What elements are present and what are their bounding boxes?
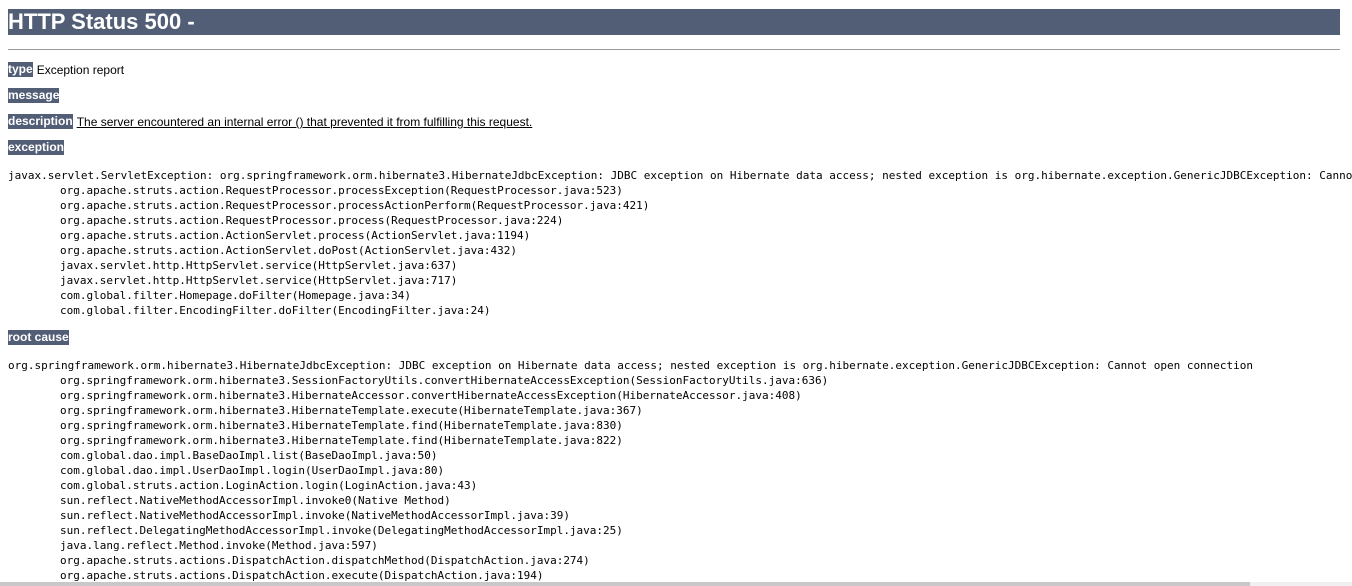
- stack-frame: javax.servlet.http.HttpServlet.service(H…: [60, 274, 458, 287]
- stack-frame: sun.reflect.NativeMethodAccessorImpl.inv…: [60, 494, 451, 507]
- message-row: message: [8, 88, 63, 104]
- stack-frame: sun.reflect.NativeMethodAccessorImpl.inv…: [60, 509, 570, 522]
- type-value: Exception report: [36, 63, 125, 77]
- stack-frame: org.apache.struts.action.ActionServlet.p…: [60, 229, 531, 242]
- description-row: description The server encountered an int…: [8, 114, 532, 130]
- stack-frame: org.apache.struts.actions.DispatchAction…: [60, 569, 544, 582]
- description-value: The server encountered an internal error…: [76, 115, 533, 129]
- exception-row: exception: [8, 140, 65, 156]
- description-label: description: [8, 114, 73, 129]
- stack-frame: com.global.struts.action.LoginAction.log…: [60, 479, 478, 492]
- root-cause-row: root cause: [8, 330, 69, 346]
- horizontal-scrollbar[interactable]: [0, 582, 1352, 586]
- stack-frame: org.springframework.orm.hibernate3.Hiber…: [60, 389, 802, 402]
- stack-frame: org.apache.struts.action.RequestProcesso…: [60, 214, 564, 227]
- stack-frame: com.global.filter.EncodingFilter.doFilte…: [60, 304, 491, 317]
- stack-frame: org.apache.struts.action.ActionServlet.d…: [60, 244, 517, 257]
- root-cause-message: org.springframework.orm.hibernate3.Hiber…: [8, 359, 1254, 372]
- stack-frame: com.global.dao.impl.BaseDaoImpl.list(Bas…: [60, 449, 438, 462]
- page-title: HTTP Status 500 -: [8, 9, 1340, 35]
- type-row: type Exception report: [8, 62, 124, 78]
- message-label: message: [8, 88, 60, 103]
- stack-frame: java.lang.reflect.Method.invoke(Method.j…: [60, 539, 378, 552]
- stack-frame: org.springframework.orm.hibernate3.Hiber…: [60, 434, 623, 447]
- stack-frame: org.apache.struts.action.RequestProcesso…: [60, 184, 623, 197]
- scrollbar-thumb[interactable]: [0, 582, 1250, 586]
- root-cause-stack-trace: org.springframework.orm.hibernate3.Hiber…: [8, 358, 1352, 583]
- exception-label: exception: [8, 140, 65, 155]
- exception-stack-trace: javax.servlet.ServletException: org.spri…: [8, 168, 1352, 318]
- stack-frame: org.springframework.orm.hibernate3.Hiber…: [60, 419, 623, 432]
- stack-frame: org.apache.struts.actions.DispatchAction…: [60, 554, 590, 567]
- header-divider: [8, 49, 1340, 50]
- stack-frame: org.springframework.orm.hibernate3.Hiber…: [60, 404, 643, 417]
- type-label: type: [8, 62, 33, 77]
- stack-frame: org.springframework.orm.hibernate3.Sessi…: [60, 374, 829, 387]
- stack-frame: javax.servlet.http.HttpServlet.service(H…: [60, 259, 458, 272]
- stack-frame: com.global.filter.Homepage.doFilter(Home…: [60, 289, 411, 302]
- stack-frame: sun.reflect.DelegatingMethodAccessorImpl…: [60, 524, 623, 537]
- exception-message: javax.servlet.ServletException: org.spri…: [8, 169, 1352, 182]
- root-cause-label: root cause: [8, 330, 69, 345]
- stack-frame: org.apache.struts.action.RequestProcesso…: [60, 199, 650, 212]
- stack-frame: com.global.dao.impl.UserDaoImpl.login(Us…: [60, 464, 445, 477]
